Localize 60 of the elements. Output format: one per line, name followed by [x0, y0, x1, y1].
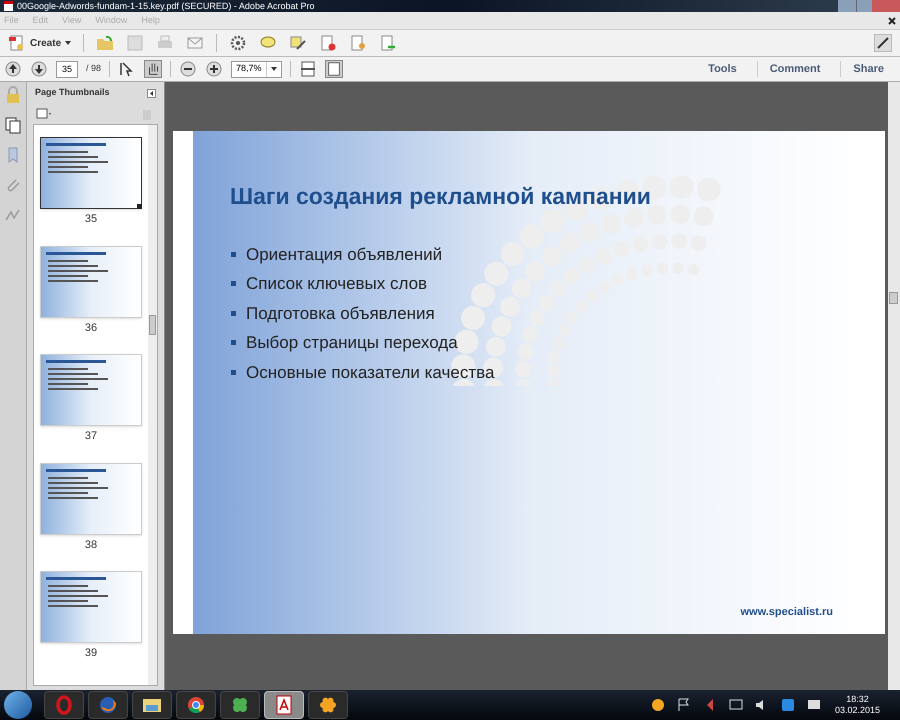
bullet-text: Подготовка объявления — [246, 302, 435, 324]
bullet-icon — [231, 340, 236, 346]
taskbar-app[interactable] — [220, 691, 260, 719]
chrome-icon — [185, 694, 207, 716]
create-button[interactable]: Create — [8, 34, 72, 52]
window-title: 00Google-Adwords-fundam-1-15.key.pdf (SECURED) - Adobe Acrobat Pro — [17, 0, 314, 12]
arrow-up-icon[interactable] — [4, 60, 22, 78]
caret-left-icon — [150, 90, 153, 96]
firefox-icon — [97, 694, 119, 716]
settings-icon[interactable] — [229, 34, 248, 52]
page-number: 35 — [84, 212, 98, 227]
pdf-icon — [4, 1, 13, 11]
taskbar-app[interactable] — [132, 691, 172, 719]
fit-page-icon[interactable] — [325, 60, 344, 78]
bullet-text: Ориентация объявлений — [246, 244, 442, 266]
page-number: 36 — [84, 320, 98, 336]
document-plus-icon — [8, 34, 26, 52]
taskbar-app[interactable] — [264, 691, 304, 719]
document-x-icon[interactable] — [319, 34, 338, 52]
selection-handle[interactable] — [137, 204, 142, 209]
collapse-button[interactable] — [147, 88, 156, 98]
arrow-down-icon[interactable] — [30, 60, 48, 78]
open-folder-icon[interactable] — [96, 34, 114, 52]
page-number: 38 — [84, 538, 98, 552]
page-count: / 98 — [86, 62, 102, 76]
hand-icon[interactable] — [144, 60, 162, 78]
caret-icon — [65, 41, 72, 45]
bullet-icon — [231, 252, 236, 257]
bullet-icon — [231, 370, 236, 375]
panel-title: Page Thumbnails — [35, 86, 110, 100]
page-thumbnail[interactable] — [40, 137, 142, 209]
slide-title: Шаги создания рекламной кампании — [230, 182, 652, 211]
page-number: 37 — [84, 429, 98, 444]
zoom-out-icon[interactable] — [179, 60, 198, 78]
taskbar-app[interactable] — [308, 691, 348, 719]
scrollbar[interactable] — [148, 125, 157, 685]
taskbar-app[interactable] — [88, 691, 128, 719]
bullet-text: Основные показатели качества — [246, 362, 494, 384]
panel-tab[interactable]: Share — [840, 60, 896, 78]
caret-icon — [271, 67, 278, 71]
taskbar-app[interactable] — [176, 691, 216, 719]
start-button[interactable] — [4, 691, 32, 719]
panel-tab[interactable]: Comment — [756, 60, 832, 78]
page-number: 39 — [84, 646, 98, 661]
page-number-field[interactable]: 35 — [56, 60, 78, 78]
pages-icon[interactable] — [4, 116, 22, 134]
zoom-in-icon[interactable] — [205, 60, 224, 78]
bullet-icon — [231, 281, 236, 286]
fit-width-icon[interactable] — [299, 60, 318, 78]
close-icon[interactable] — [888, 16, 896, 24]
panel-tab[interactable]: Tools — [696, 60, 749, 78]
bullet-text: Выбор страницы перехода — [246, 332, 458, 354]
zoom-dropdown[interactable]: 78,7% — [231, 60, 282, 78]
clock-date: 03.02.2015 — [834, 705, 880, 716]
clock-time: 18:32 — [846, 694, 869, 705]
bullet-icon — [231, 310, 236, 316]
vertical-scrollbar[interactable] — [888, 82, 900, 690]
bullet-text: Список ключевых слов — [246, 273, 428, 295]
website-url: www.specialist.ru — [740, 604, 833, 620]
sign-pen-icon[interactable] — [289, 34, 308, 52]
